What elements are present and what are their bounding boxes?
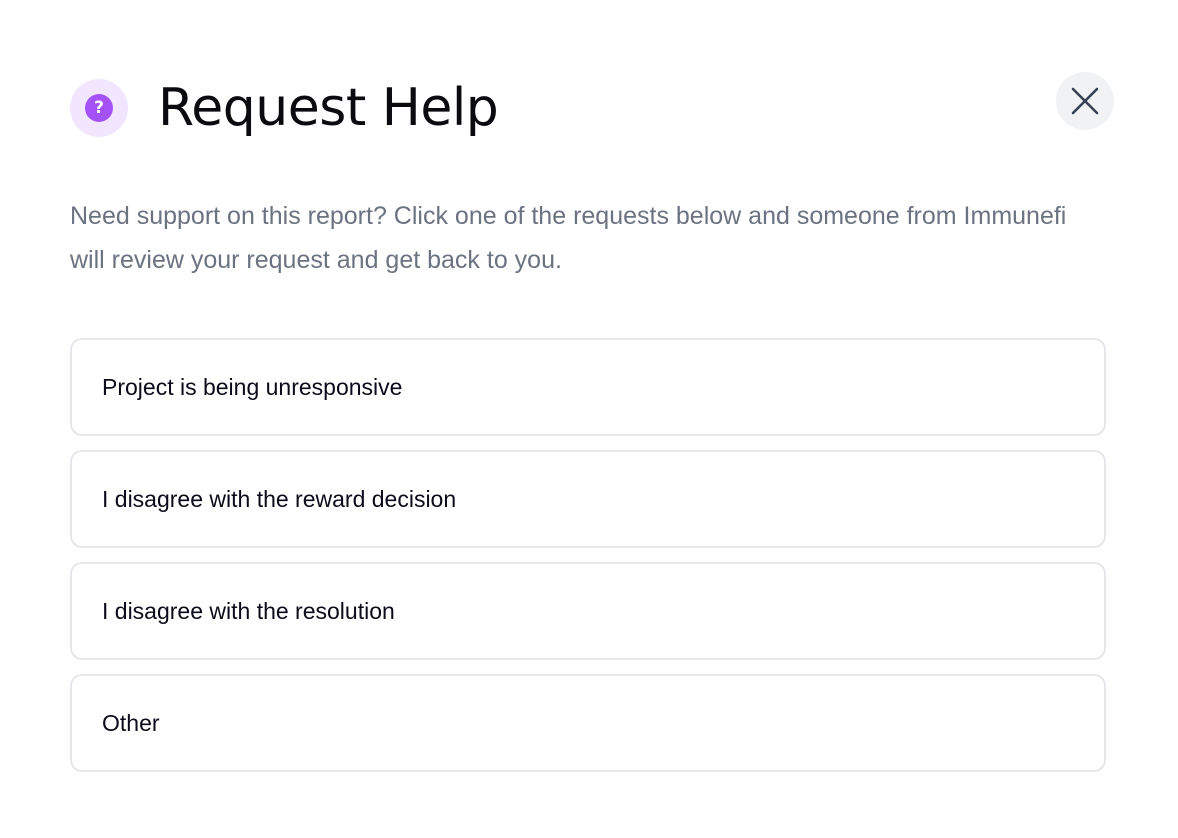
close-button[interactable] [1056, 72, 1114, 130]
modal-header: ? Request Help [70, 72, 499, 144]
request-options-list: Project is being unresponsive I disagree… [70, 338, 1106, 786]
question-mark-icon: ? [85, 94, 113, 122]
modal-description: Need support on this report? Click one o… [70, 202, 1067, 274]
help-icon-badge: ? [70, 79, 128, 137]
request-help-modal: ? Request Help Need support on this repo… [0, 0, 1178, 838]
option-project-unresponsive[interactable]: Project is being unresponsive [70, 338, 1106, 436]
close-icon [1071, 87, 1099, 115]
option-disagree-resolution[interactable]: I disagree with the resolution [70, 562, 1106, 660]
modal-title: Request Help [158, 78, 499, 138]
option-disagree-reward[interactable]: I disagree with the reward decision [70, 450, 1106, 548]
option-other[interactable]: Other [70, 674, 1106, 772]
